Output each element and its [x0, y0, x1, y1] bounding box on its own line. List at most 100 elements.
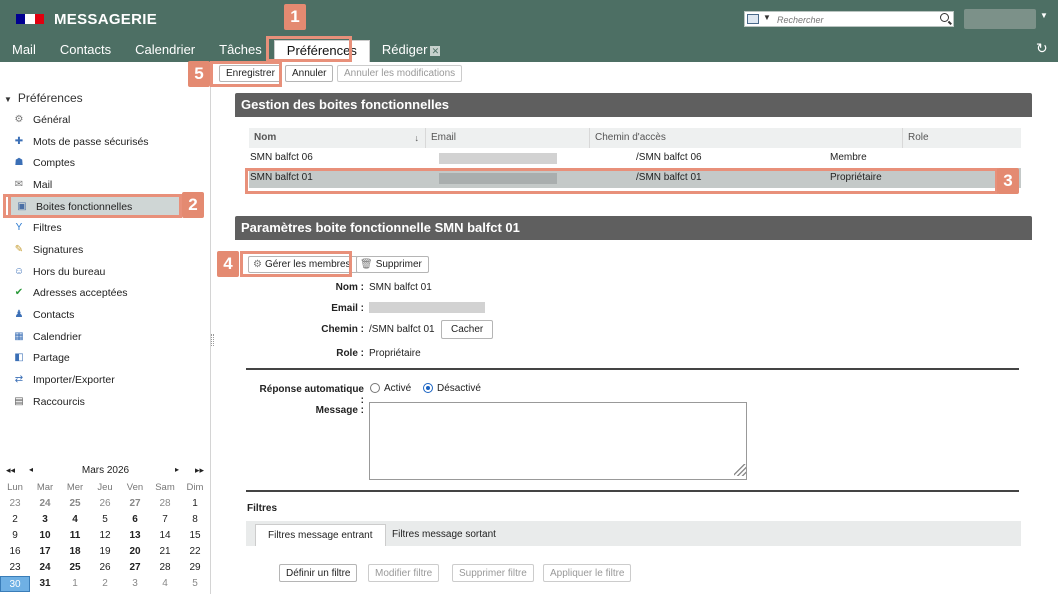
- chevron-down-icon[interactable]: ▼: [1040, 11, 1048, 20]
- calendar-day[interactable]: 25: [60, 496, 90, 512]
- cancel-changes-button[interactable]: Annuler les modifications: [337, 65, 463, 82]
- row-role: Membre: [830, 152, 867, 163]
- next-year-icon[interactable]: ▸▸: [195, 465, 204, 476]
- calendar-day[interactable]: 19: [90, 544, 120, 560]
- tab-incoming-filters[interactable]: Filtres message entrant: [255, 524, 386, 546]
- calendar-day[interactable]: 1: [180, 496, 210, 512]
- modify-filter-button[interactable]: Modifier filtre: [368, 564, 440, 582]
- calendar-day[interactable]: 8: [180, 512, 210, 528]
- calendar-day-today[interactable]: 30: [0, 576, 30, 592]
- calendar-day[interactable]: 22: [180, 544, 210, 560]
- calendar-day[interactable]: 11: [60, 528, 90, 544]
- delete-filter-button[interactable]: Supprimer filtre: [452, 564, 534, 582]
- refresh-icon[interactable]: ↻: [1036, 40, 1048, 57]
- sidebar-item-mail[interactable]: ✉ Mail: [8, 175, 198, 194]
- sidebar-item-contacts[interactable]: ♟ Contacts: [8, 305, 198, 324]
- sidebar-item-calendar[interactable]: ▦ Calendrier: [8, 327, 198, 346]
- tab-mail[interactable]: Mail: [0, 40, 48, 62]
- calendar-day[interactable]: 26: [90, 496, 120, 512]
- tab-taches[interactable]: Tâches: [207, 40, 274, 62]
- divider: [246, 368, 1019, 370]
- sidebar-item-accounts[interactable]: ☗ Comptes: [8, 153, 198, 172]
- calendar-day[interactable]: 29: [180, 560, 210, 576]
- calendar-day[interactable]: 2: [90, 576, 120, 592]
- user-menu[interactable]: [964, 9, 1036, 29]
- search-input[interactable]: [777, 13, 927, 26]
- calendar-day[interactable]: 26: [90, 560, 120, 576]
- calendar-day[interactable]: 5: [90, 512, 120, 528]
- calendar-day[interactable]: 14: [150, 528, 180, 544]
- column-header-nom[interactable]: Nom ↓: [249, 128, 426, 148]
- hide-path-button[interactable]: Cacher: [441, 320, 494, 339]
- sidebar-item-shortcuts[interactable]: ▤ Raccourcis: [8, 392, 198, 411]
- define-filter-button[interactable]: Définir un filtre: [279, 564, 358, 582]
- calendar-day[interactable]: 18: [60, 544, 90, 560]
- calendar-day[interactable]: 13: [120, 528, 150, 544]
- calendar-day[interactable]: 16: [0, 544, 30, 560]
- sidebar-item-sharing[interactable]: ◧ Partage: [8, 348, 198, 367]
- calendar-day[interactable]: 25: [60, 560, 90, 576]
- sidebar-item-passwords[interactable]: ✚ Mots de passe sécurisés: [8, 132, 198, 151]
- column-header-email[interactable]: Email: [426, 128, 590, 148]
- calendar-day[interactable]: 5: [180, 576, 210, 592]
- auto-reply-on-radio[interactable]: [370, 383, 380, 393]
- calendar-day[interactable]: 1: [60, 576, 90, 592]
- calendar-day[interactable]: 4: [60, 512, 90, 528]
- calendar-day[interactable]: 24: [30, 560, 60, 576]
- calendar-day[interactable]: 3: [120, 576, 150, 592]
- search-scope-calendar-icon[interactable]: [747, 14, 759, 24]
- sidebar-item-signatures[interactable]: ✎ Signatures: [8, 240, 198, 259]
- calendar-day[interactable]: 12: [90, 528, 120, 544]
- calendar-day[interactable]: 10: [30, 528, 60, 544]
- delete-mailbox-button[interactable]: 🗑 Supprimer: [356, 256, 429, 273]
- cancel-button[interactable]: Annuler: [285, 65, 334, 82]
- apply-filter-button[interactable]: Appliquer le filtre: [543, 564, 632, 582]
- sidebar-item-general[interactable]: ⚙ Général: [8, 110, 198, 129]
- sidebar-resize-handle[interactable]: [211, 334, 214, 346]
- calendar-day[interactable]: 24: [30, 496, 60, 512]
- calendar-day[interactable]: 15: [180, 528, 210, 544]
- auto-reply-on-label[interactable]: Activé: [384, 383, 411, 394]
- auto-reply-off-radio[interactable]: [423, 383, 433, 393]
- sidebar-item-filters[interactable]: Y Filtres: [8, 218, 198, 237]
- sidebar-heading[interactable]: ▼ Préférences: [4, 91, 83, 105]
- sidebar-item-accepted-addresses[interactable]: ✔ Adresses acceptées: [8, 283, 198, 302]
- calendar-day[interactable]: 6: [120, 512, 150, 528]
- calendar-day[interactable]: 23: [0, 496, 30, 512]
- calendar-day[interactable]: 3: [30, 512, 60, 528]
- table-row[interactable]: SMN balfct 06 /SMN balfct 06 Membre: [249, 148, 1021, 168]
- sort-icon[interactable]: ↓: [415, 128, 420, 148]
- calendar-day[interactable]: 27: [120, 560, 150, 576]
- calendar-day[interactable]: 9: [0, 528, 30, 544]
- calendar-day[interactable]: 2: [0, 512, 30, 528]
- calendar-day[interactable]: 28: [150, 560, 180, 576]
- calendar-day[interactable]: 20: [120, 544, 150, 560]
- redacted-email-value: [369, 302, 485, 313]
- close-icon[interactable]: ✕: [430, 46, 441, 56]
- chevron-down-icon[interactable]: ▼: [763, 13, 771, 22]
- calendar-day[interactable]: 31: [30, 576, 60, 592]
- calendar-day[interactable]: 27: [120, 496, 150, 512]
- tab-calendrier[interactable]: Calendrier: [123, 40, 207, 62]
- nom-label: Nom :: [335, 282, 364, 293]
- auto-reply-off-label[interactable]: Désactivé: [437, 383, 481, 394]
- sidebar-item-out-of-office[interactable]: ☺ Hors du bureau: [8, 262, 198, 281]
- column-header-chemin[interactable]: Chemin d'accès: [590, 128, 903, 148]
- tab-outgoing-filters[interactable]: Filtres message sortant: [380, 524, 508, 546]
- calendar-day[interactable]: 23: [0, 560, 30, 576]
- search-icon[interactable]: [940, 13, 949, 22]
- calendar-day[interactable]: 4: [150, 576, 180, 592]
- calendar-day[interactable]: 21: [150, 544, 180, 560]
- resize-grip-icon[interactable]: [734, 464, 746, 476]
- chevron-down-icon[interactable]: ▼: [4, 95, 12, 104]
- next-month-icon[interactable]: ▸: [175, 465, 179, 474]
- auto-reply-message-textarea[interactable]: [369, 402, 747, 480]
- calendar-day[interactable]: 17: [30, 544, 60, 560]
- search-box[interactable]: ▼: [744, 11, 954, 27]
- sidebar-item-import-export[interactable]: ⇄ Importer/Exporter: [8, 370, 198, 389]
- tab-contacts[interactable]: Contacts: [48, 40, 123, 62]
- column-header-role[interactable]: Role: [903, 128, 1021, 148]
- calendar-day[interactable]: 7: [150, 512, 180, 528]
- calendar-day[interactable]: 28: [150, 496, 180, 512]
- tab-rediger[interactable]: Rédiger ✕: [370, 40, 453, 62]
